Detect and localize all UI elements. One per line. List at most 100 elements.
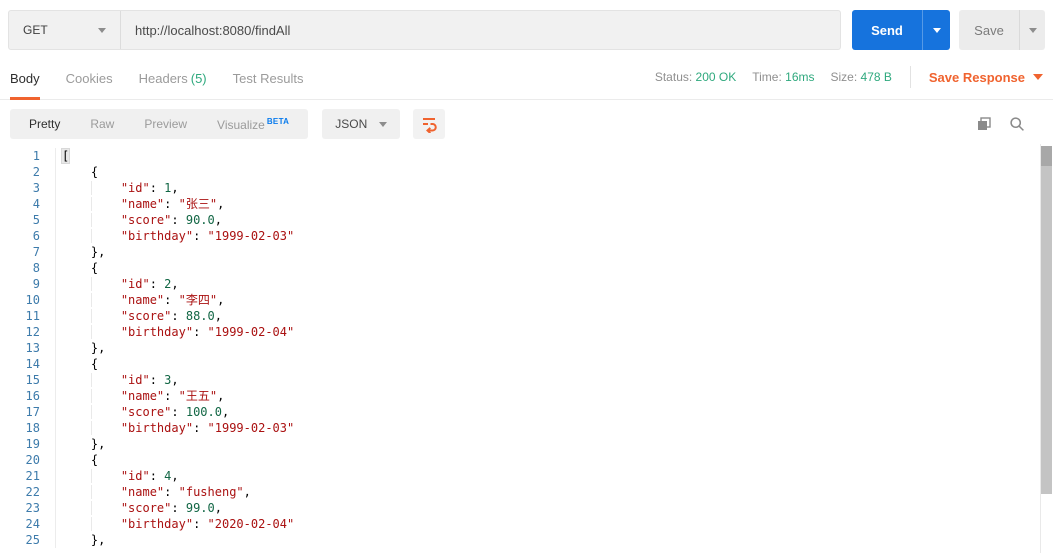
send-options-caret[interactable] <box>922 10 950 50</box>
scrollbar-thumb[interactable] <box>1041 146 1052 494</box>
tab-headers[interactable]: Headers (5) <box>139 71 207 99</box>
chevron-down-icon <box>932 27 941 33</box>
response-body-editor[interactable]: 1[2 {3 "id": 1, 4 "name": "张三", 5 "score":… <box>0 144 1053 553</box>
line-number: 1 <box>32 149 40 163</box>
tab-cookies[interactable]: Cookies <box>66 71 113 99</box>
line-number: 12 <box>25 325 40 339</box>
line-content: "birthday": "1999-02-03" <box>55 228 1053 244</box>
scrollbar-thumb-cap <box>1041 146 1052 166</box>
line-number: 4 <box>32 197 40 211</box>
line-number: 16 <box>25 389 40 403</box>
code-line: 25 }, <box>0 532 1053 548</box>
size-value: 478 B <box>860 70 892 84</box>
view-mode-switcher: Pretty Raw Preview Visualize BETA <box>10 109 309 139</box>
code-line: 2 { <box>0 164 1053 180</box>
line-content: "name": "张三", <box>55 196 1053 212</box>
line-content: "name": "李四", <box>55 292 1053 308</box>
line-number: 7 <box>32 245 40 259</box>
code-line: 23 "score": 99.0, <box>0 500 1053 516</box>
code-line: 11 "score": 88.0, <box>0 308 1053 324</box>
line-content: { <box>55 356 1053 372</box>
line-content: "score": 99.0, <box>55 500 1053 516</box>
code-line: 12 "birthday": "1999-02-04" <box>0 324 1053 340</box>
code-line: 8 { <box>0 260 1053 276</box>
line-number: 25 <box>25 533 40 547</box>
method-dropdown[interactable]: GET <box>9 11 121 49</box>
line-content: "id": 1, <box>55 180 1053 196</box>
tab-test-results-label: Test Results <box>232 71 304 86</box>
line-content: "name": "fusheng", <box>55 484 1053 500</box>
line-content: [ <box>55 148 1053 164</box>
save-response-button[interactable]: Save Response <box>929 70 1043 85</box>
line-number: 2 <box>32 165 40 179</box>
save-options-caret[interactable] <box>1019 10 1045 50</box>
wrap-format-icon <box>423 118 437 133</box>
request-bar: GET Send Save <box>8 10 1045 50</box>
copy-icon <box>978 117 991 130</box>
view-mode-preview[interactable]: Preview <box>129 117 202 131</box>
code-line: 5 "score": 90.0, <box>0 212 1053 228</box>
time-label: Time: <box>752 70 782 84</box>
save-response-label: Save Response <box>928 69 1025 85</box>
code-line: 16 "name": "王五", <box>0 388 1053 404</box>
code-line: 15 "id": 3, <box>0 372 1053 388</box>
line-number: 20 <box>25 453 40 467</box>
chevron-down-icon <box>1028 27 1037 33</box>
divider <box>909 66 911 88</box>
status-indicator: Status: 200 OK <box>655 70 736 84</box>
code-line: 10 "name": "李四", <box>0 292 1053 308</box>
line-number: 23 <box>25 501 40 515</box>
tab-headers-label: Headers <box>138 71 188 86</box>
tab-test-results[interactable]: Test Results <box>233 71 304 99</box>
line-content: "id": 3, <box>55 372 1053 388</box>
send-button[interactable]: Send <box>852 10 950 50</box>
view-bar-right-icons <box>976 116 1043 132</box>
code-line: 18 "birthday": "1999-02-03" <box>0 420 1053 436</box>
code-line: 20 { <box>0 452 1053 468</box>
line-content: "name": "王五", <box>55 388 1053 404</box>
line-content: "id": 4, <box>55 468 1053 484</box>
chevron-down-icon <box>1033 74 1043 80</box>
line-number: 9 <box>32 277 40 291</box>
code-line: 13 }, <box>0 340 1053 356</box>
line-content: "birthday": "1999-02-03" <box>55 420 1053 436</box>
url-input[interactable] <box>121 11 840 49</box>
size-indicator: Size: 478 B <box>831 70 892 84</box>
line-number: 8 <box>32 261 40 275</box>
tab-body[interactable]: Body <box>10 71 40 100</box>
view-mode-pretty[interactable]: Pretty <box>14 117 75 131</box>
code-line: 14 { <box>0 356 1053 372</box>
view-mode-raw[interactable]: Raw <box>75 117 129 131</box>
size-label: Size: <box>830 70 858 84</box>
response-meta: Status: 200 OK Time: 16ms Size: 478 B Sa… <box>639 66 1043 99</box>
view-mode-visualize[interactable]: Visualize BETA <box>202 117 304 132</box>
line-number: 14 <box>25 357 40 371</box>
copy-button[interactable] <box>976 116 992 132</box>
code-line: 1[ <box>0 148 1053 164</box>
line-content: "score": 90.0, <box>55 212 1053 228</box>
line-number: 18 <box>25 421 40 435</box>
language-label: JSON <box>335 117 368 131</box>
code-line: 22 "name": "fusheng", <box>0 484 1053 500</box>
method-label: GET <box>23 23 48 37</box>
save-button[interactable]: Save <box>959 10 1045 50</box>
language-dropdown[interactable]: JSON <box>322 109 401 139</box>
line-number: 11 <box>25 309 40 323</box>
format-wrap-button[interactable] <box>413 109 446 139</box>
search-button[interactable] <box>1009 116 1025 132</box>
response-json-content: 1[2 {3 "id": 1, 4 "name": "张三", 5 "score":… <box>0 144 1053 548</box>
send-button-label[interactable]: Send <box>852 10 922 50</box>
line-content: "score": 100.0, <box>55 404 1053 420</box>
code-line: 9 "id": 2, <box>0 276 1053 292</box>
vertical-scrollbar[interactable] <box>1040 144 1053 553</box>
response-tabs-row: Body Cookies Headers (5) Test Results Sta… <box>0 50 1053 100</box>
save-button-label[interactable]: Save <box>959 10 1019 50</box>
code-line: 7 }, <box>0 244 1053 260</box>
line-content: "birthday": "1999-02-04" <box>55 324 1053 340</box>
line-content: "birthday": "2020-02-04" <box>55 516 1053 532</box>
code-line: 24 "birthday": "2020-02-04" <box>0 516 1053 532</box>
response-view-bar: Pretty Raw Preview Visualize BETA JSON <box>10 109 1043 139</box>
code-line: 21 "id": 4, <box>0 468 1053 484</box>
preview-label: Preview <box>144 117 188 131</box>
chevron-down-icon <box>98 27 106 33</box>
